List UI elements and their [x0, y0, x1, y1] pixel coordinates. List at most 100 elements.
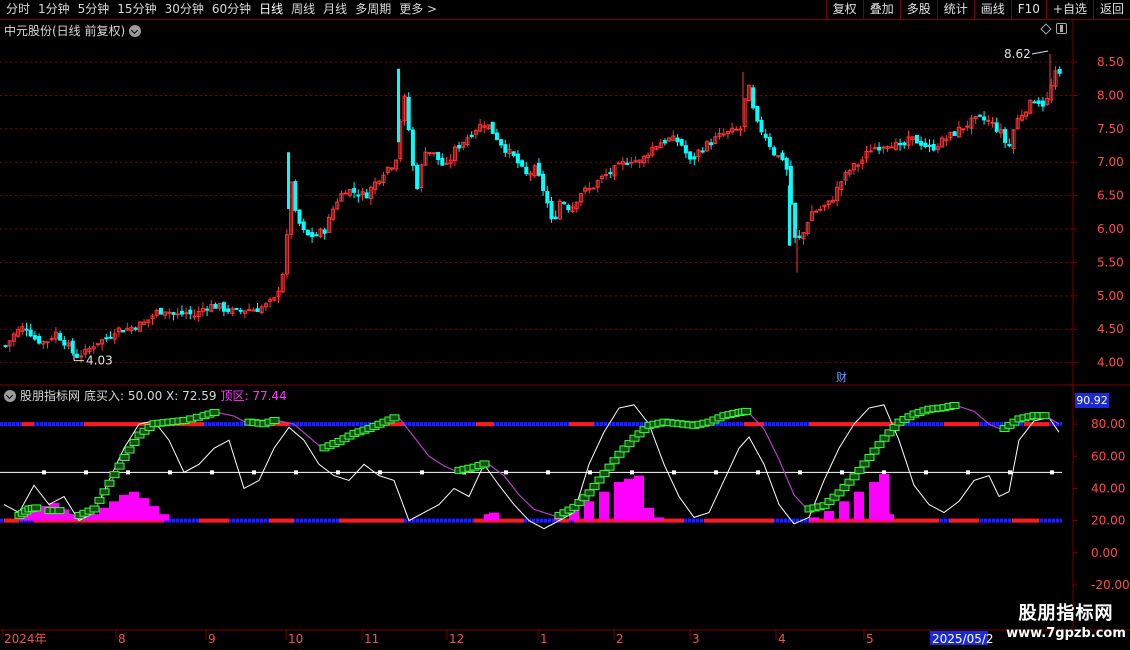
midline-marker — [840, 470, 844, 475]
candle-body — [133, 327, 138, 330]
midline-marker — [126, 470, 130, 475]
candle-body — [79, 355, 84, 358]
volume-bar — [99, 507, 109, 521]
candle-body — [923, 142, 928, 148]
candle-spike — [397, 68, 400, 143]
indicator-tick-label: 40.00 — [1091, 481, 1125, 495]
candle-body — [356, 194, 361, 197]
midline-marker — [1050, 470, 1054, 475]
candle-body — [238, 309, 243, 312]
top-zone-bar — [476, 422, 494, 427]
candle-body — [868, 150, 873, 153]
price-tick-label: 5.00 — [1097, 289, 1124, 303]
signal-step — [599, 470, 610, 478]
candle-body — [914, 134, 919, 144]
candle-body — [410, 129, 415, 166]
candle-body — [625, 162, 630, 165]
candle-body — [431, 152, 436, 155]
candle-body — [457, 145, 462, 149]
signal-step — [389, 414, 400, 422]
candle-body — [37, 336, 42, 344]
candle-body — [662, 140, 667, 144]
candle-body — [562, 202, 567, 205]
signal-step — [124, 446, 135, 454]
candle-body — [45, 341, 50, 344]
candle-body — [927, 144, 932, 147]
signal-step — [864, 454, 875, 462]
candle-body — [545, 191, 550, 204]
candle-body — [184, 312, 189, 315]
candle-body — [784, 158, 789, 170]
volume-bar — [824, 510, 834, 521]
candle-body — [188, 309, 193, 315]
candle-body — [755, 105, 760, 122]
signal-step — [129, 438, 140, 446]
candle-body — [95, 343, 100, 346]
candle-body — [305, 229, 310, 236]
candle-body — [1003, 129, 1008, 144]
midline-marker — [966, 470, 970, 475]
candle-body — [881, 146, 886, 149]
midline-marker — [714, 470, 718, 475]
midline-marker — [420, 470, 424, 475]
candle-body — [205, 308, 210, 311]
top-zone-bar — [22, 422, 34, 427]
candle-body — [952, 131, 957, 136]
candle-body — [293, 181, 298, 211]
candle-body — [322, 229, 327, 234]
volume-bar — [584, 501, 594, 521]
signal-step — [104, 479, 115, 487]
candle-body — [1057, 68, 1062, 74]
candle-body — [553, 216, 558, 220]
candle-body — [364, 192, 369, 199]
volume-bar — [884, 514, 894, 521]
candle-body — [515, 153, 520, 164]
candle-body — [436, 151, 441, 160]
candle-body — [709, 142, 714, 146]
candle-body — [629, 161, 634, 164]
volume-bar — [614, 482, 624, 521]
candle-body — [608, 172, 613, 175]
candle-body — [872, 147, 877, 150]
candle-body — [1007, 144, 1012, 147]
candle-body — [919, 141, 924, 146]
candle-body — [679, 139, 684, 146]
x-axis-label: 8 — [118, 632, 126, 646]
candle-body — [566, 204, 571, 211]
signal-step — [54, 507, 65, 515]
midline-marker — [546, 470, 550, 475]
top-zone-bar — [1024, 422, 1049, 427]
candle-body — [1036, 100, 1041, 104]
bottom-zone-bar — [339, 518, 404, 523]
signal-step — [114, 462, 125, 470]
x-axis-label: 9 — [208, 632, 216, 646]
price-tick-label: 8.50 — [1097, 55, 1124, 69]
midline-marker — [756, 470, 760, 475]
price-tick-label: 4.00 — [1097, 356, 1124, 370]
candle-body — [591, 187, 596, 190]
candle-body — [982, 116, 987, 121]
candle-body — [536, 162, 541, 176]
candle-spike — [287, 152, 290, 209]
candle-body — [751, 87, 756, 109]
signal-step — [741, 407, 752, 415]
candle-body — [226, 308, 231, 313]
candle-body — [503, 144, 508, 153]
midline-marker — [672, 470, 676, 475]
candle-body — [167, 311, 172, 314]
volume-bar — [139, 498, 149, 521]
chart-canvas[interactable]: 8.50 8.00 7.50 7.00 6.50 6.00 5.50 5.00 4.50 4.00… — [0, 0, 1130, 650]
candle-body — [314, 234, 319, 237]
candle-body — [121, 329, 126, 333]
signal-step — [479, 460, 490, 468]
candle-body — [247, 309, 252, 312]
candle-body — [994, 122, 999, 132]
midline-marker — [798, 470, 802, 475]
candle-body — [986, 119, 991, 122]
candle-body — [70, 340, 75, 354]
signal-step — [849, 473, 860, 481]
candle-spike — [788, 185, 791, 246]
signal-step — [109, 471, 120, 479]
candle-body — [683, 145, 688, 154]
volume-bar — [599, 491, 609, 521]
